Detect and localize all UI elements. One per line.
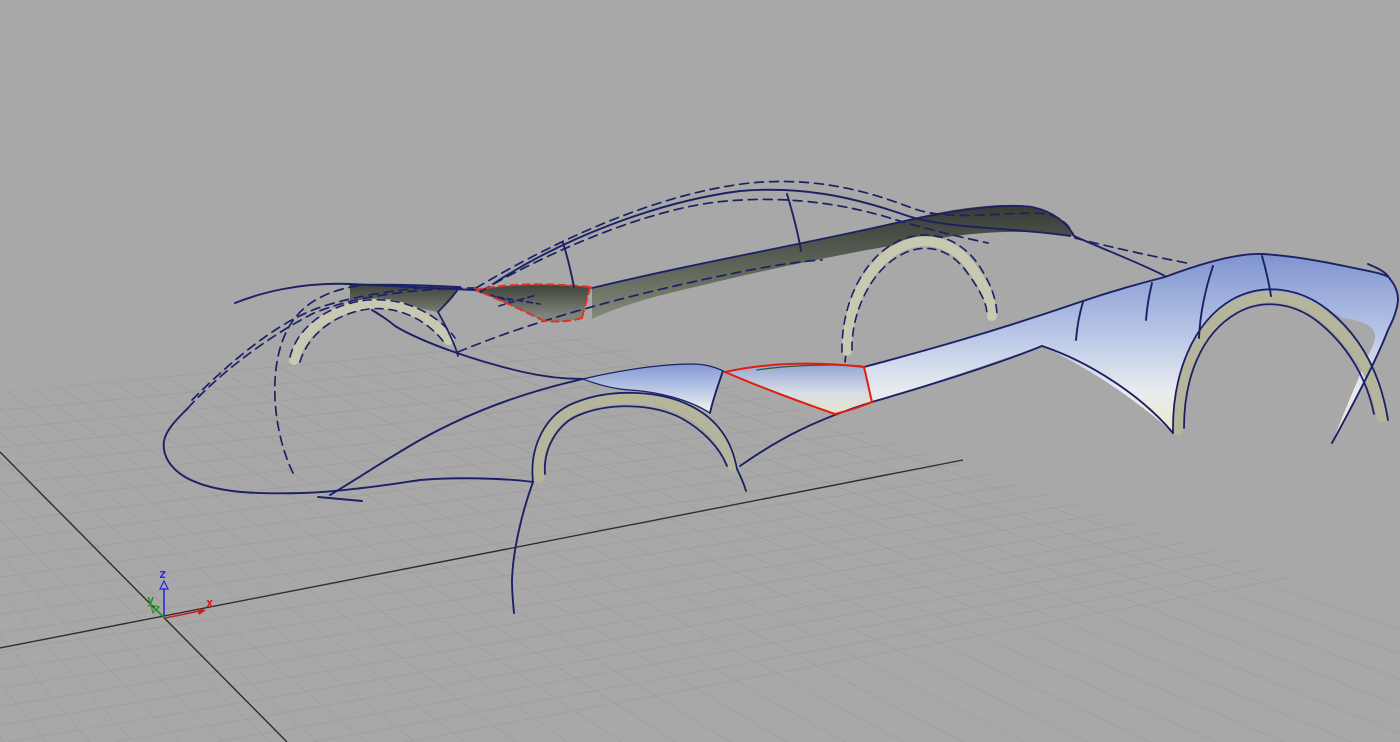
x-axis-arrowhead-icon: [197, 608, 206, 615]
front-wheel-opening-lower-curve[interactable]: [512, 482, 533, 613]
far-rear-deck-curve[interactable]: [1075, 238, 1192, 264]
rear-quarter-and-fender-surface[interactable]: [864, 254, 1398, 443]
y-axis-label: y: [147, 593, 154, 607]
far-roofline-curve-outer[interactable]: [476, 182, 1074, 288]
canopy-silhouette-curve[interactable]: [493, 190, 1070, 284]
z-axis-arrowhead-icon: [160, 581, 168, 589]
front-wheel-opening-stub[interactable]: [737, 469, 746, 491]
bpillar-curve[interactable]: [787, 194, 801, 251]
world-axis-gizmo: z y x: [147, 567, 213, 618]
far-rear-wheel-arch-band[interactable]: [842, 235, 997, 352]
modeling-viewport[interactable]: z y x: [0, 0, 1400, 742]
x-axis-label: x: [206, 596, 213, 610]
far-roof-cant-rail-surface[interactable]: [592, 205, 1074, 319]
z-axis-label: z: [159, 567, 166, 581]
selected-door-surface-patch[interactable]: [725, 364, 872, 414]
scene-canvas: z y x: [0, 0, 1400, 742]
windshield-base-curve[interactable]: [563, 243, 574, 287]
